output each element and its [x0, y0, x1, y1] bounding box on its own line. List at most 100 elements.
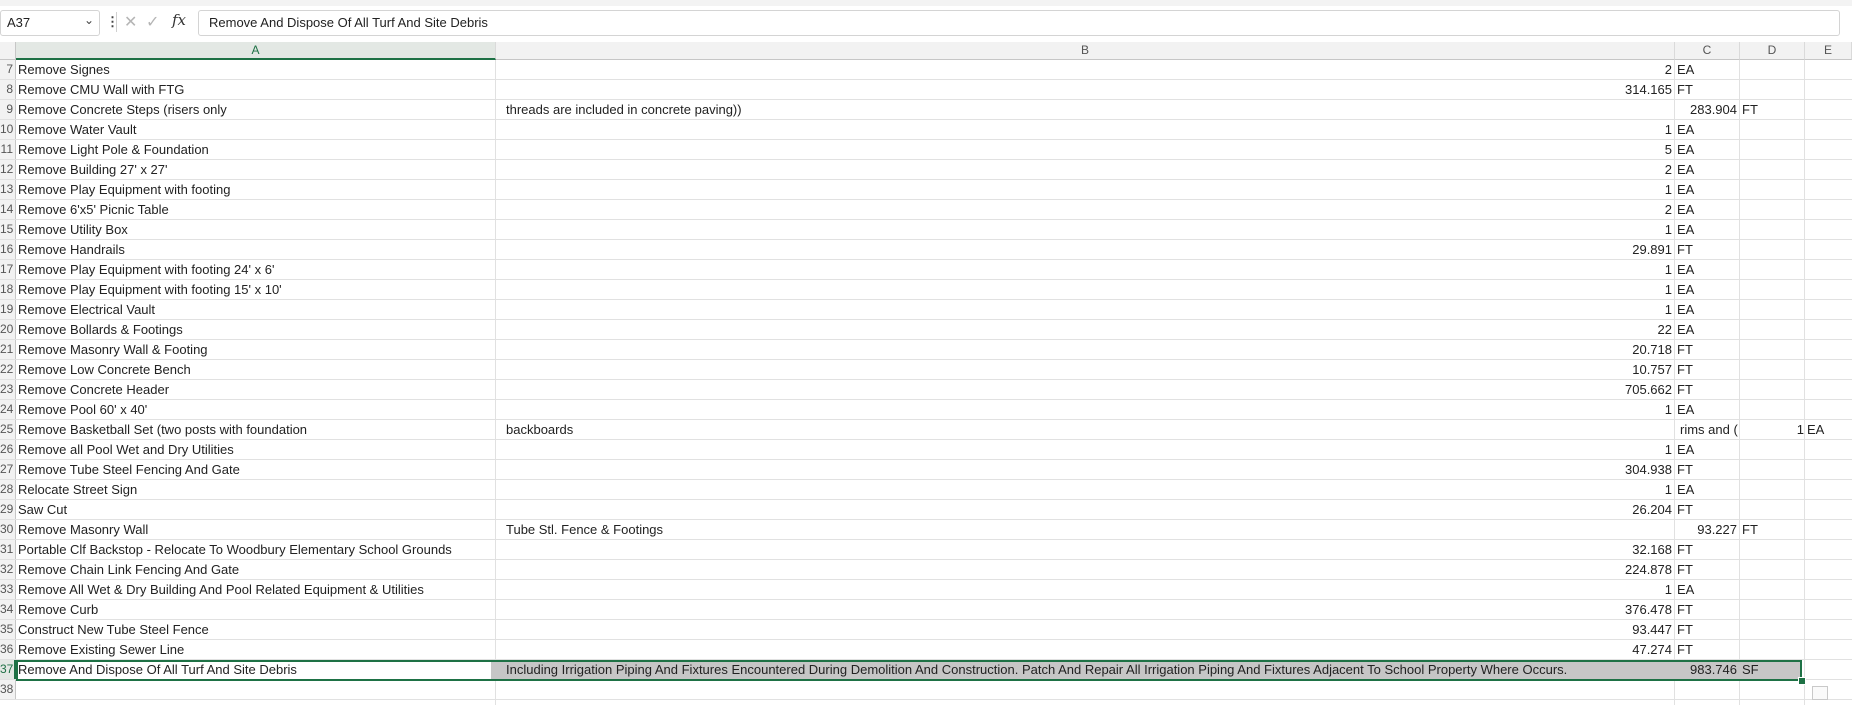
quantity-value[interactable]: 47.274: [1500, 640, 1672, 659]
name-box[interactable]: A37 ⌄: [0, 10, 100, 36]
unit-value[interactable]: EA: [1675, 300, 1694, 319]
row-header[interactable]: 31: [0, 540, 16, 559]
unit-value[interactable]: EA: [1675, 580, 1694, 599]
quantity-value[interactable]: 1: [1500, 280, 1672, 299]
cell-b[interactable]: threads are included in concrete paving)…: [496, 100, 1681, 119]
cell-a[interactable]: Remove Light Pole & Foundation: [16, 140, 209, 159]
insert-function-icon[interactable]: fx: [172, 11, 186, 29]
unit-value[interactable]: EA: [1675, 480, 1694, 499]
quantity-value[interactable]: 2: [1500, 200, 1672, 219]
quantity-value[interactable]: 2: [1500, 60, 1672, 79]
row-header[interactable]: 10: [0, 120, 16, 139]
row-header[interactable]: 26: [0, 440, 16, 459]
quantity-value[interactable]: 5: [1500, 140, 1672, 159]
unit-value[interactable]: FT: [1675, 620, 1693, 639]
cell-a[interactable]: Relocate Street Sign: [16, 480, 137, 499]
row-header[interactable]: 11: [0, 140, 16, 159]
enter-check-icon[interactable]: ✓: [146, 12, 159, 32]
cell-a[interactable]: Remove Concrete Steps (risers only: [16, 100, 227, 119]
row-header[interactable]: 21: [0, 340, 16, 359]
row-header[interactable]: 29: [0, 500, 16, 519]
cell-a[interactable]: Remove Utility Box: [16, 220, 128, 239]
quantity-value[interactable]: 1: [1500, 440, 1672, 459]
unit-value[interactable]: EA: [1675, 160, 1694, 179]
cell-a[interactable]: Remove Pool 60' x 40': [16, 400, 147, 419]
cell-b[interactable]: [496, 680, 1681, 699]
quantity-value[interactable]: 1: [1500, 180, 1672, 199]
quantity-value[interactable]: 1: [1500, 260, 1672, 279]
cell-a[interactable]: Remove Concrete Header: [16, 380, 169, 399]
quantity-value[interactable]: 1: [1500, 480, 1672, 499]
row-header[interactable]: 24: [0, 400, 16, 419]
row-header[interactable]: 33: [0, 580, 16, 599]
row-header[interactable]: 9: [0, 100, 16, 119]
unit-value[interactable]: FT: [1675, 460, 1693, 479]
row-header[interactable]: 18: [0, 280, 16, 299]
cell-d[interactable]: FT: [1742, 100, 1758, 119]
quantity-value[interactable]: 1: [1500, 300, 1672, 319]
cell-a[interactable]: Saw Cut: [16, 500, 67, 519]
column-header-e[interactable]: E: [1805, 42, 1852, 60]
cell-a[interactable]: Remove Play Equipment with footing 15' x…: [16, 280, 282, 299]
unit-value[interactable]: EA: [1675, 120, 1694, 139]
row-header[interactable]: 37: [0, 660, 16, 679]
row-header[interactable]: 34: [0, 600, 16, 619]
unit-value[interactable]: FT: [1675, 600, 1693, 619]
cell-a[interactable]: Remove Chain Link Fencing And Gate: [16, 560, 239, 579]
unit-value[interactable]: FT: [1675, 380, 1693, 399]
row-header[interactable]: 19: [0, 300, 16, 319]
row-header[interactable]: 30: [0, 520, 16, 539]
row-header[interactable]: 14: [0, 200, 16, 219]
cell-a[interactable]: Remove all Pool Wet and Dry Utilities: [16, 440, 234, 459]
chevron-down-icon[interactable]: ⌄: [84, 13, 94, 27]
cell-a[interactable]: Remove Low Concrete Bench: [16, 360, 191, 379]
cell-a[interactable]: Remove Tube Steel Fencing And Gate: [16, 460, 240, 479]
quantity-value[interactable]: 29.891: [1500, 240, 1672, 259]
row-header[interactable]: 20: [0, 320, 16, 339]
row-header[interactable]: 23: [0, 380, 16, 399]
quantity-value[interactable]: 10.757: [1500, 360, 1672, 379]
unit-value[interactable]: EA: [1675, 140, 1694, 159]
row-header[interactable]: 7: [0, 60, 16, 79]
cell-a[interactable]: Remove Masonry Wall: [16, 520, 148, 539]
cell-d[interactable]: SF: [1742, 660, 1759, 679]
cell-a[interactable]: Remove Bollards & Footings: [16, 320, 183, 339]
row-header[interactable]: 36: [0, 640, 16, 659]
cell-d[interactable]: 1: [1760, 420, 1804, 439]
cell-e[interactable]: EA: [1807, 420, 1824, 439]
quantity-value[interactable]: 20.718: [1500, 340, 1672, 359]
quantity-value[interactable]: 304.938: [1500, 460, 1672, 479]
unit-value[interactable]: FT: [1675, 80, 1693, 99]
row-header[interactable]: 32: [0, 560, 16, 579]
unit-value[interactable]: FT: [1675, 240, 1693, 259]
cell-a[interactable]: Remove CMU Wall with FTG: [16, 80, 184, 99]
row-header[interactable]: 28: [0, 480, 16, 499]
quantity-value[interactable]: 1: [1500, 220, 1672, 239]
quantity-value[interactable]: 705.662: [1500, 380, 1672, 399]
cell-b[interactable]: Including Irrigation Piping And Fixtures…: [496, 660, 1681, 679]
quantity-value[interactable]: 1: [1500, 400, 1672, 419]
unit-value[interactable]: EA: [1675, 200, 1694, 219]
unit-value[interactable]: EA: [1675, 180, 1694, 199]
column-header-c[interactable]: C: [1675, 42, 1740, 60]
unit-value[interactable]: EA: [1675, 280, 1694, 299]
row-header[interactable]: 15: [0, 220, 16, 239]
unit-value[interactable]: FT: [1675, 560, 1693, 579]
row-header[interactable]: 35: [0, 620, 16, 639]
quantity-value[interactable]: 26.204: [1500, 500, 1672, 519]
quantity-value[interactable]: 22: [1500, 320, 1672, 339]
unit-value[interactable]: EA: [1675, 60, 1694, 79]
formula-input[interactable]: Remove And Dispose Of All Turf And Site …: [198, 10, 1840, 36]
quantity-value[interactable]: 32.168: [1500, 540, 1672, 559]
cell-a[interactable]: Remove Play Equipment with footing: [16, 180, 230, 199]
row-header[interactable]: 8: [0, 80, 16, 99]
cell-a[interactable]: Remove Water Vault: [16, 120, 137, 139]
quantity-value[interactable]: 1: [1500, 120, 1672, 139]
cell-a[interactable]: Construct New Tube Steel Fence: [16, 620, 209, 639]
unit-value[interactable]: FT: [1675, 360, 1693, 379]
cell-a[interactable]: Remove Signes: [16, 60, 110, 79]
column-header-a[interactable]: A: [16, 42, 496, 60]
row-header[interactable]: 12: [0, 160, 16, 179]
more-options-icon[interactable]: ⋮: [106, 14, 119, 30]
cell-a[interactable]: Remove Masonry Wall & Footing: [16, 340, 208, 359]
